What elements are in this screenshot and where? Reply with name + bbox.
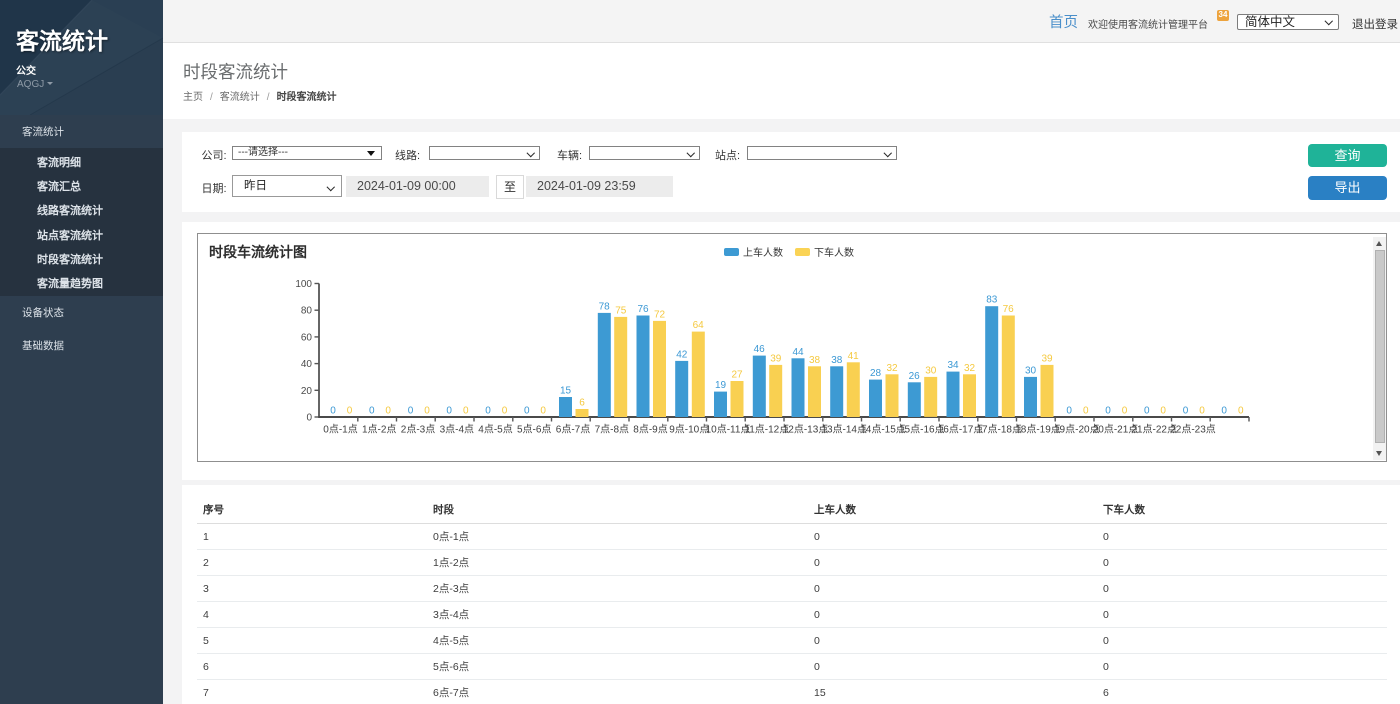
svg-text:44: 44	[792, 346, 804, 357]
svg-text:0: 0	[1122, 405, 1128, 416]
svg-text:0: 0	[347, 405, 353, 416]
svg-text:46: 46	[754, 344, 766, 355]
svg-text:0: 0	[524, 405, 530, 416]
svg-text:4点-5点: 4点-5点	[478, 423, 512, 435]
svg-text:0: 0	[1160, 405, 1166, 416]
svg-text:0: 0	[306, 412, 312, 423]
svg-text:60: 60	[301, 332, 313, 343]
svg-text:32: 32	[964, 362, 976, 373]
svg-text:30: 30	[1025, 365, 1037, 376]
svg-text:83: 83	[986, 294, 998, 305]
svg-text:38: 38	[831, 354, 843, 365]
svg-text:3点-4点: 3点-4点	[440, 423, 474, 435]
svg-text:38: 38	[809, 354, 821, 365]
svg-text:0: 0	[485, 405, 491, 416]
svg-text:0: 0	[446, 405, 452, 416]
svg-text:6: 6	[579, 397, 585, 408]
svg-text:6点-7点: 6点-7点	[556, 423, 590, 435]
svg-text:0: 0	[330, 405, 336, 416]
svg-text:7点-8点: 7点-8点	[595, 423, 629, 435]
svg-text:72: 72	[654, 309, 666, 320]
svg-text:0: 0	[1221, 405, 1227, 416]
svg-text:0: 0	[369, 405, 375, 416]
svg-text:0: 0	[408, 405, 414, 416]
svg-text:30: 30	[925, 365, 937, 376]
svg-text:76: 76	[637, 304, 649, 315]
svg-text:0: 0	[424, 405, 430, 416]
svg-text:0: 0	[1083, 405, 1089, 416]
svg-text:40: 40	[301, 359, 313, 370]
svg-text:0: 0	[1105, 405, 1111, 416]
svg-text:8点-9点: 8点-9点	[633, 423, 667, 435]
svg-text:39: 39	[770, 353, 782, 364]
svg-text:39: 39	[1041, 353, 1053, 364]
svg-text:0点-1点: 0点-1点	[323, 423, 357, 435]
svg-text:20: 20	[301, 385, 313, 396]
svg-text:28: 28	[870, 368, 882, 379]
svg-text:0: 0	[1066, 405, 1072, 416]
svg-text:80: 80	[301, 305, 313, 316]
svg-text:0: 0	[1144, 405, 1150, 416]
svg-text:0: 0	[1199, 405, 1205, 416]
svg-text:78: 78	[599, 301, 611, 312]
svg-text:19: 19	[715, 380, 727, 391]
svg-text:41: 41	[848, 350, 860, 361]
svg-text:22点-23点: 22点-23点	[1170, 423, 1216, 435]
svg-text:5点-6点: 5点-6点	[517, 423, 551, 435]
svg-text:0: 0	[1183, 405, 1189, 416]
svg-text:42: 42	[676, 349, 688, 360]
svg-text:15: 15	[560, 385, 572, 396]
svg-text:75: 75	[615, 305, 627, 316]
svg-text:0: 0	[463, 405, 469, 416]
svg-text:76: 76	[1003, 304, 1015, 315]
svg-text:64: 64	[693, 320, 705, 331]
svg-text:34: 34	[947, 360, 959, 371]
svg-text:0: 0	[1238, 405, 1244, 416]
svg-text:2点-3点: 2点-3点	[401, 423, 435, 435]
svg-text:32: 32	[886, 362, 898, 373]
svg-text:0: 0	[540, 405, 546, 416]
svg-text:27: 27	[731, 369, 743, 380]
svg-text:0: 0	[502, 405, 508, 416]
svg-text:9点-10点: 9点-10点	[669, 423, 709, 435]
svg-text:26: 26	[909, 370, 921, 381]
svg-text:100: 100	[295, 279, 312, 290]
svg-text:1点-2点: 1点-2点	[362, 423, 396, 435]
svg-text:0: 0	[385, 405, 391, 416]
